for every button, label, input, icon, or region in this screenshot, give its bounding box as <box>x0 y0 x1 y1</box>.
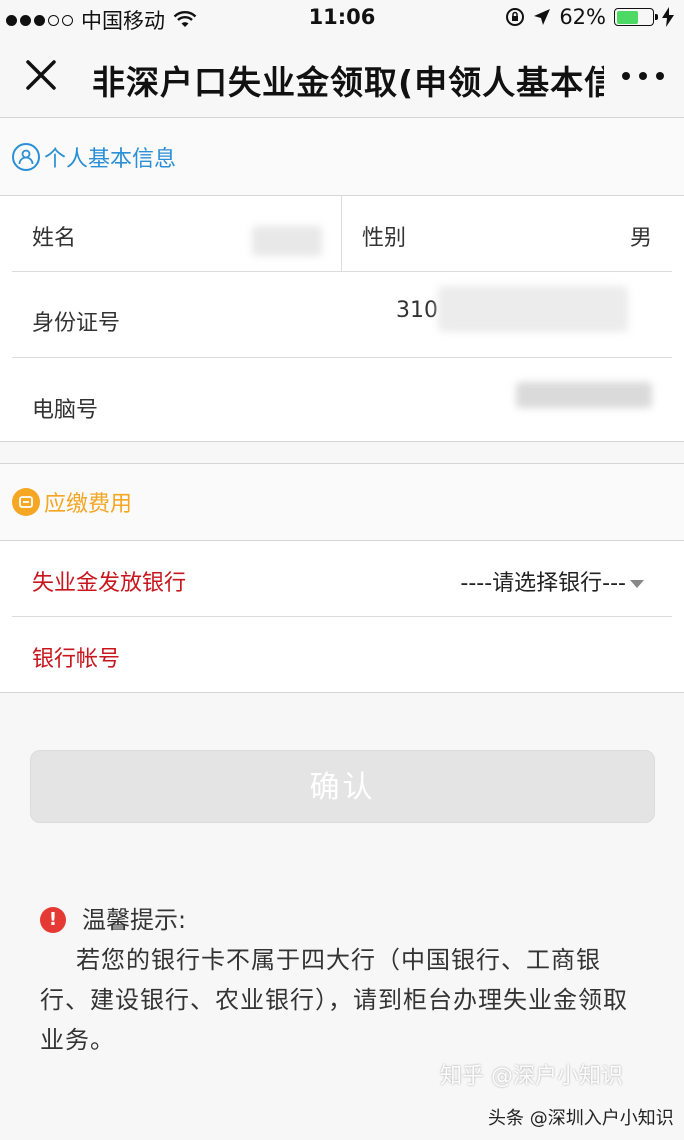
status-bar: 中国移动 11:06 62% <box>0 0 684 36</box>
charging-bolt-icon <box>662 7 674 27</box>
section-title: 应缴费用 <box>44 492 133 517</box>
battery-percent: 62% <box>559 5 606 29</box>
location-arrow-icon <box>534 9 551 25</box>
id-number-label: 身份证号 <box>32 311 121 336</box>
tip-body: 若您的银行卡不属于四大行（中国银行、工商银行、建设银行、农业银行），请到柜台办理… <box>40 946 628 1054</box>
id-number-value: 310 <box>396 298 438 323</box>
tip-title: 温馨提示: <box>82 906 187 934</box>
personal-info-form: 姓名 性别 男 身份证号 310 电脑号 <box>0 196 684 442</box>
chevron-down-icon <box>630 580 644 588</box>
computer-number-row: 电脑号 <box>12 358 672 442</box>
bank-select-value: ----请选择银行--- <box>460 571 626 596</box>
tip-box: ! 温馨提示: 若您的银行卡不属于四大行（中国银行、工商银行、建设银行、农业银行… <box>40 900 650 1060</box>
bank-select[interactable]: ----请选择银行--- <box>460 565 644 597</box>
computer-number-label: 电脑号 <box>32 398 99 423</box>
page-title: 非深户口失业金领取(申领人基本信 <box>92 63 604 100</box>
battery-icon <box>614 8 658 26</box>
personal-info-header: 个人基本信息 <box>0 118 684 196</box>
fee-form: 失业金发放银行 ----请选择银行--- 银行帐号 <box>0 541 684 693</box>
computer-number-blurred <box>516 382 652 408</box>
fee-section-header: 应缴费用 <box>0 463 684 541</box>
zhihu-watermark: 知乎 @深户小知识 <box>440 1064 623 1089</box>
id-number-blurred <box>438 286 628 332</box>
nav-bar: 非深户口失业金领取(申领人基本信 <box>0 36 684 118</box>
toutiao-watermark: 头条 @深圳入户小知识 <box>488 1108 674 1129</box>
user-icon <box>12 142 40 171</box>
fee-icon <box>12 488 40 516</box>
more-options-icon[interactable] <box>622 72 664 80</box>
name-value-blurred <box>252 226 322 256</box>
account-row[interactable]: 银行帐号 <box>12 617 672 693</box>
bank-row[interactable]: 失业金发放银行 ----请选择银行--- <box>12 541 672 617</box>
divider <box>341 196 342 272</box>
bank-label: 失业金发放银行 <box>32 571 187 596</box>
warning-icon: ! <box>40 907 66 933</box>
section-title: 个人基本信息 <box>44 146 177 172</box>
confirm-button[interactable]: 确认 <box>30 750 655 823</box>
close-icon[interactable] <box>22 56 60 94</box>
name-gender-row: 姓名 性别 男 <box>12 196 672 272</box>
orientation-lock-icon <box>506 8 525 26</box>
id-number-row: 身份证号 310 <box>12 272 672 358</box>
account-label: 银行帐号 <box>32 647 121 672</box>
name-label: 姓名 <box>32 226 77 251</box>
gender-value: 男 <box>629 226 652 251</box>
gender-label: 性别 <box>362 226 407 251</box>
